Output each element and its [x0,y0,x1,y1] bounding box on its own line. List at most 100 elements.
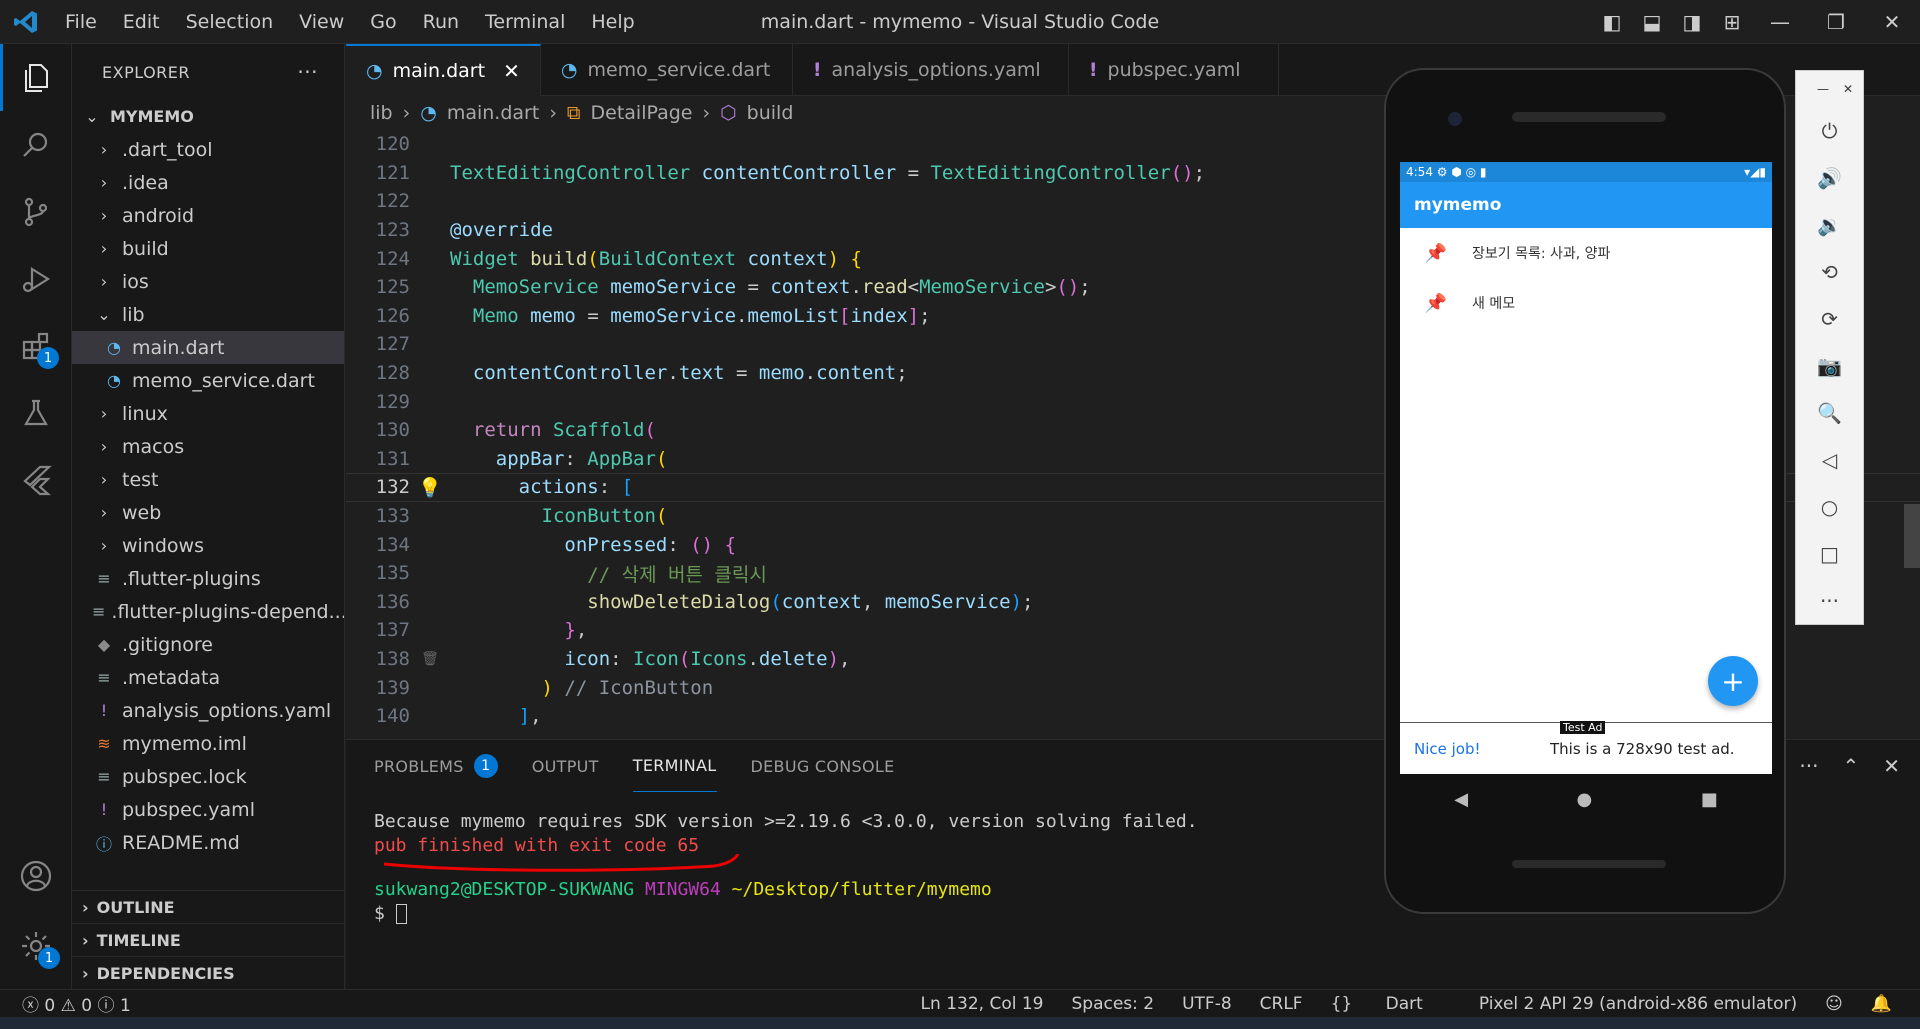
explorer-item[interactable]: ⓘ README.md [72,826,344,859]
maximize-panel-icon[interactable]: ⌃ [1842,754,1859,778]
line-ending[interactable]: CRLF [1260,994,1303,1014]
back-icon[interactable]: ◁ [1796,436,1863,483]
ad-link[interactable]: Nice job! [1414,740,1550,758]
extensions-icon[interactable]: 1 [0,312,71,379]
memo-list-item[interactable]: 📌 장보기 목록: 사과, 양파 [1400,228,1772,278]
testing-icon[interactable] [0,379,71,446]
explorer-item[interactable]: › macos [72,430,344,463]
accounts-icon[interactable] [0,842,72,909]
explorer-item[interactable]: ! analysis_options.yaml [72,694,344,727]
explorer-icon[interactable] [0,44,71,111]
explorer-item[interactable]: › windows [72,529,344,562]
back-icon[interactable]: ◀ [1454,789,1468,810]
explorer-item[interactable]: ⌄ lib [72,298,344,331]
toggle-sidebar-icon[interactable]: ◧ [1592,10,1632,34]
tab-terminal[interactable]: TERMINAL [632,740,717,792]
explorer-item[interactable]: ! pubspec.yaml [72,793,344,826]
more-actions-icon[interactable]: ··· [1799,754,1818,778]
editor-scrollbar[interactable] [1904,504,1920,568]
breadcrumb-method[interactable]: build [747,102,794,124]
tab-analysis-options[interactable]: ! analysis_options.yaml [793,44,1069,96]
explorer-item[interactable]: › web [72,496,344,529]
menu-terminal[interactable]: Terminal [472,0,578,44]
device-selector[interactable]: Pixel 2 API 29 (android-x86 emulator) [1479,994,1797,1014]
indentation[interactable]: Spaces: 2 [1071,994,1154,1014]
explorer-root[interactable]: ⌄ MYMEMO [72,100,344,133]
source-control-icon[interactable] [0,178,71,245]
minimize-button[interactable]: — [1752,10,1808,34]
menu-run[interactable]: Run [410,0,472,44]
feedback-icon[interactable]: ☺ [1825,994,1843,1014]
explorer-item[interactable]: › .dart_tool [72,133,344,166]
volume-up-icon[interactable]: 🔊 [1796,154,1863,201]
emulator-screen[interactable]: 4:54 ⚙ ⬢ ◎ ▮ ▾◢▮ mymemo 📌 장보기 목록: 사과, 양파 … [1400,162,1772,774]
explorer-item[interactable]: › linux [72,397,344,430]
explorer-item[interactable]: ≡ .flutter-plugins [72,562,344,595]
toggle-secondary-sidebar-icon[interactable]: ◨ [1672,10,1712,34]
explorer-item[interactable]: ≡ .metadata [72,661,344,694]
home-icon[interactable]: ● [1577,789,1593,810]
close-icon[interactable]: ✕ [1843,82,1853,96]
pin-icon[interactable]: 📌 [1400,243,1472,264]
section-outline[interactable]: › OUTLINE [72,890,345,923]
tab-output[interactable]: OUTPUT [532,740,599,792]
run-debug-icon[interactable] [0,245,71,312]
pin-icon[interactable]: 📌 [1400,293,1472,314]
menu-go[interactable]: Go [357,0,409,44]
menu-file[interactable]: File [52,0,110,44]
close-window-button[interactable]: ✕ [1864,10,1920,34]
recents-icon[interactable]: ■ [1701,789,1718,810]
explorer-item[interactable]: ◔ memo_service.dart [72,364,344,397]
more-icon[interactable]: ··· [1796,577,1863,624]
restore-button[interactable]: ❐ [1808,10,1864,34]
tab-pubspec[interactable]: ! pubspec.yaml [1069,44,1279,96]
encoding[interactable]: UTF-8 [1182,994,1232,1014]
rotate-left-icon[interactable]: ⟲ [1796,248,1863,295]
breadcrumb-file[interactable]: main.dart [447,102,539,124]
search-icon[interactable] [0,111,71,178]
manage-gear-icon[interactable]: 1 [0,912,72,979]
explorer-item[interactable]: › ios [72,265,344,298]
customize-layout-icon[interactable]: ⊞ [1712,10,1752,34]
minimize-icon[interactable]: — [1817,82,1829,96]
explorer-item[interactable]: ≡ pubspec.lock [72,760,344,793]
more-actions-icon[interactable]: ··· [297,60,318,84]
add-memo-button[interactable]: + [1708,656,1758,706]
section-timeline[interactable]: › TIMELINE [72,923,345,956]
lightbulb-icon[interactable]: 💡 [410,476,450,499]
home-icon[interactable]: ○ [1796,483,1863,530]
explorer-item[interactable]: ≡ .flutter-plugins-depend... [72,595,344,628]
tab-main-dart[interactable]: ◔ main.dart ✕ [346,44,541,96]
menu-edit[interactable]: Edit [110,0,173,44]
notifications-bell-icon[interactable]: 🔔 [1871,994,1892,1014]
volume-down-icon[interactable]: 🔉 [1796,201,1863,248]
explorer-item[interactable]: › .idea [72,166,344,199]
power-icon[interactable]: ⏻ [1796,107,1863,154]
cursor-position[interactable]: Ln 132, Col 19 [921,994,1044,1014]
breadcrumb-class[interactable]: DetailPage [591,102,693,124]
menu-help[interactable]: Help [578,0,647,44]
rotate-right-icon[interactable]: ⟳ [1796,295,1863,342]
tab-debug-console[interactable]: DEBUG CONSOLE [751,740,895,792]
explorer-item[interactable]: › build [72,232,344,265]
tab-memo-service[interactable]: ◔ memo_service.dart [541,44,793,96]
language-mode[interactable]: {} Dart [1331,994,1451,1014]
toggle-panel-icon[interactable]: ⬓ [1632,10,1672,34]
explorer-item[interactable]: › android [72,199,344,232]
tab-problems[interactable]: PROBLEMS 1 [374,740,498,792]
ad-banner[interactable]: Test Ad Nice job! This is a 728x90 test … [1400,721,1772,774]
breadcrumb-lib[interactable]: lib [370,102,393,124]
memo-list-item[interactable]: 📌 새 메모 [1400,278,1772,328]
close-tab-icon[interactable]: ✕ [503,59,520,83]
section-dependencies[interactable]: › DEPENDENCIES [72,956,345,989]
overview-icon[interactable]: □ [1796,530,1863,577]
explorer-item[interactable]: ◆ .gitignore [72,628,344,661]
flutter-icon[interactable] [0,446,71,513]
menu-view[interactable]: View [286,0,357,44]
zoom-icon[interactable]: 🔍 [1796,389,1863,436]
menu-selection[interactable]: Selection [173,0,287,44]
explorer-item[interactable]: › test [72,463,344,496]
camera-icon[interactable]: 📷 [1796,342,1863,389]
explorer-item[interactable]: ◔ main.dart [72,331,344,364]
problems-status[interactable]: ⓧ 0 ⚠ 0 ⓘ 1 [22,991,131,1016]
